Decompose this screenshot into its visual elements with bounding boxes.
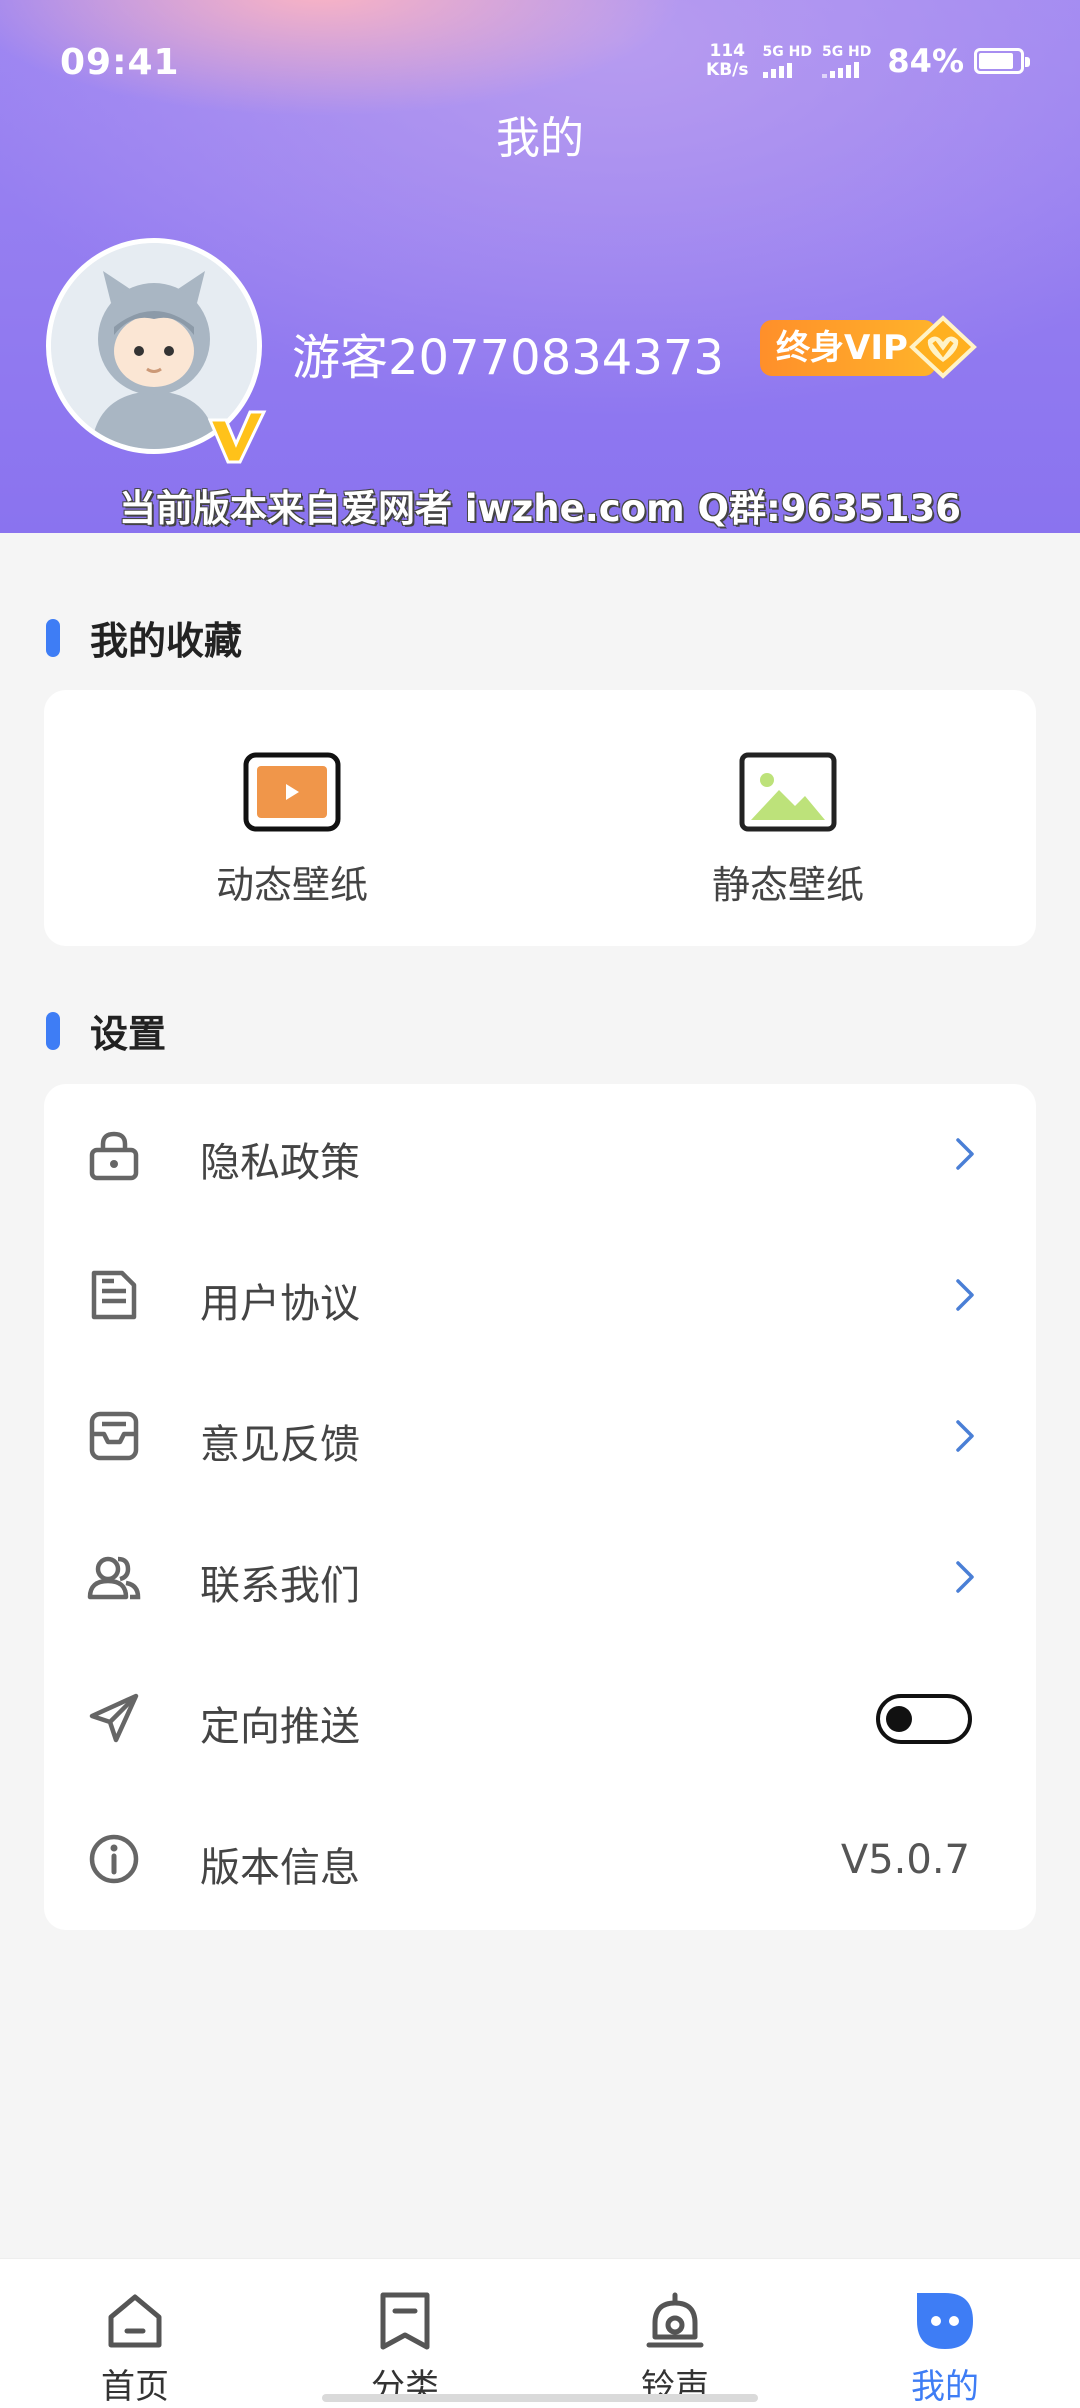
settings-item-privacy[interactable]: 隐私政策 — [44, 1084, 1036, 1225]
tab-home[interactable]: 首页 — [0, 2259, 270, 2408]
home-indicator[interactable] — [322, 2394, 758, 2402]
section-accent-bar — [46, 1011, 60, 1050]
network-speed-unit: KB/s — [706, 60, 749, 80]
signal-icon — [762, 62, 792, 78]
settings-card: 隐私政策 用户协议 意见反馈 联系我们 定向推送 版本信息 V5.0.7 — [44, 1084, 1036, 1930]
tab-mine[interactable]: 我的 — [810, 2259, 1080, 2408]
chevron-right-icon — [956, 1279, 974, 1311]
settings-item-targeted-push: 定向推送 — [44, 1648, 1036, 1789]
sim1-signal: 5G HD — [762, 44, 812, 78]
settings-label: 用户协议 — [200, 1281, 360, 1327]
fav-item-static-wallpaper[interactable]: 静态壁纸 — [540, 690, 1036, 946]
network-speed: 114 KB/s — [706, 42, 748, 80]
fav-label-static: 静态壁纸 — [711, 863, 864, 907]
vip-badge[interactable]: 终身VIP — [760, 315, 978, 379]
signal-icon — [821, 62, 859, 78]
status-indicators: 114 KB/s 5G HD 5G HD 84% — [706, 42, 1030, 80]
fav-item-live-wallpaper[interactable]: 动态壁纸 — [44, 690, 540, 946]
settings-item-user-agreement[interactable]: 用户协议 — [44, 1225, 1036, 1366]
favorites-section-title: 我的收藏 — [46, 610, 242, 665]
feedback-icon — [89, 1411, 139, 1461]
settings-item-version: 版本信息 V5.0.7 — [44, 1789, 1036, 1930]
bell-icon — [646, 2292, 704, 2348]
settings-label: 定向推送 — [200, 1704, 360, 1750]
tab-label: 我的 — [911, 2367, 979, 2407]
page-title: 我的 — [496, 113, 584, 164]
sim1-label: 5G HD — [762, 44, 812, 60]
settings-label: 隐私政策 — [200, 1140, 360, 1186]
tab-category[interactable]: 分类 — [270, 2259, 540, 2408]
battery-fill — [979, 53, 1013, 69]
settings-title-text: 设置 — [90, 1012, 167, 1056]
targeted-push-toggle[interactable] — [876, 1694, 972, 1744]
battery-icon — [974, 48, 1030, 74]
settings-item-feedback[interactable]: 意见反馈 — [44, 1366, 1036, 1507]
image-icon — [739, 752, 837, 832]
info-icon — [89, 1834, 139, 1884]
home-icon — [108, 2294, 162, 2348]
lock-icon — [89, 1131, 139, 1181]
tab-label: 首页 — [101, 2367, 169, 2407]
video-icon — [243, 752, 341, 832]
settings-label: 联系我们 — [200, 1563, 360, 1609]
document-icon — [91, 1270, 137, 1320]
settings-section-title: 设置 — [46, 1003, 166, 1058]
bottom-tab-bar: 首页 分类 铃声 我的 — [0, 2258, 1080, 2408]
bookmark-icon — [380, 2292, 430, 2350]
vip-v-icon — [207, 410, 267, 464]
section-accent-bar — [46, 618, 60, 657]
favorites-title-text: 我的收藏 — [90, 619, 243, 663]
username: 游客20770834373 — [292, 330, 724, 386]
status-time: 09:41 — [60, 42, 180, 83]
send-icon — [89, 1693, 139, 1743]
version-value: V5.0.7 — [840, 1837, 970, 1883]
tab-ringtone[interactable]: 铃声 — [540, 2259, 810, 2408]
chevron-right-icon — [956, 1420, 974, 1452]
favorites-card: 动态壁纸 静态壁纸 — [44, 690, 1036, 946]
profile-header: 09:41 114 KB/s 5G HD 5G HD 84% 我的 游客2077… — [0, 0, 1080, 533]
watermark-text: 当前版本来自爱网者 iwzhe.com Q群:9635136 — [118, 487, 962, 530]
avatar[interactable] — [46, 238, 267, 464]
network-speed-value: 114 — [709, 41, 746, 61]
contacts-icon — [87, 1556, 141, 1600]
fav-label-live: 动态壁纸 — [215, 863, 368, 907]
vip-diamond-icon — [909, 315, 977, 379]
toggle-knob — [886, 1706, 912, 1732]
sim2-label: 5G HD — [821, 44, 872, 60]
chevron-right-icon — [956, 1561, 974, 1593]
battery-percent: 84% — [887, 42, 964, 80]
settings-label: 版本信息 — [200, 1845, 360, 1891]
sim2-signal: 5G HD — [821, 44, 872, 78]
chevron-right-icon — [956, 1138, 974, 1170]
settings-label: 意见反馈 — [200, 1422, 360, 1468]
profile-icon — [917, 2293, 973, 2349]
settings-item-contact[interactable]: 联系我们 — [44, 1507, 1036, 1648]
